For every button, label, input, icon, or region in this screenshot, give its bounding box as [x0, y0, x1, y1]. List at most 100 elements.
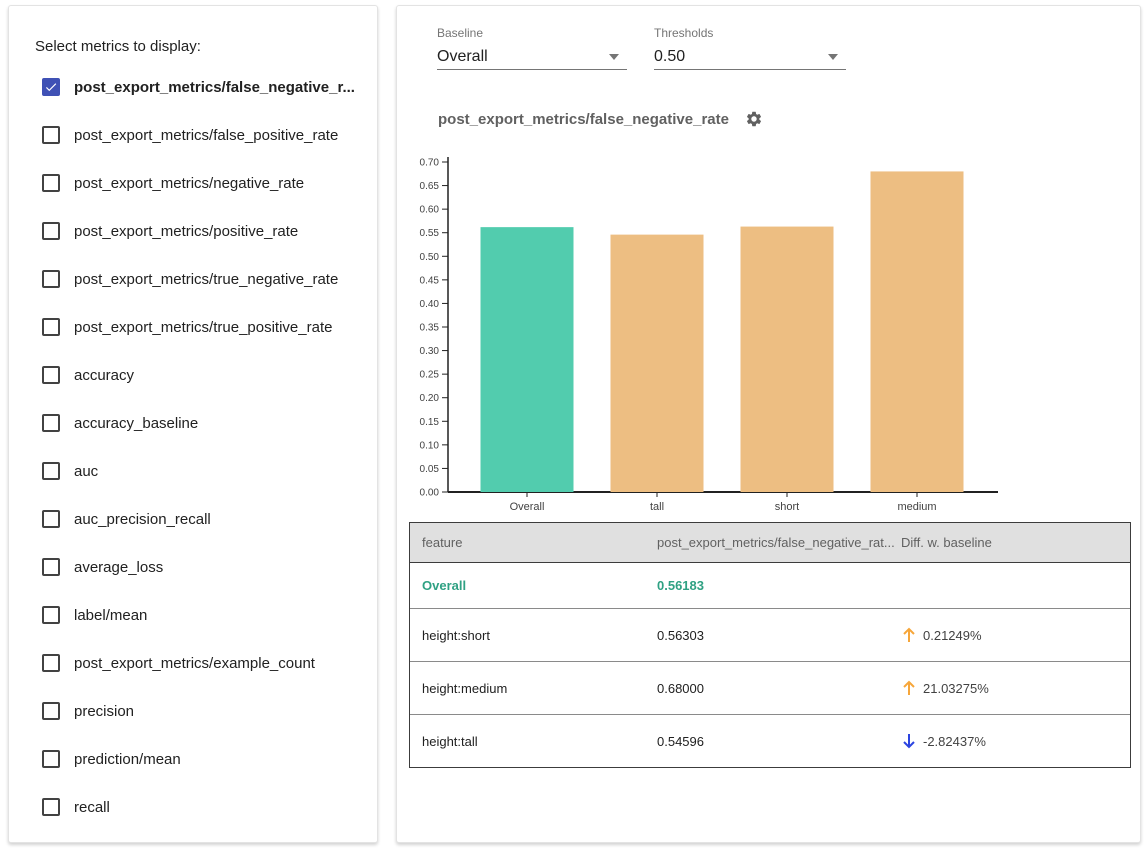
x-tick-label: short — [775, 501, 799, 513]
metrics-sidebar: Select metrics to display: post_export_m… — [8, 5, 378, 843]
metric-label: prediction/mean — [74, 751, 181, 768]
svg-text:0.70: 0.70 — [420, 158, 440, 169]
svg-text:0.25: 0.25 — [420, 370, 440, 381]
table-row[interactable]: height:tall0.54596-2.82437% — [410, 714, 1130, 767]
svg-text:0.15: 0.15 — [420, 417, 440, 428]
feature-cell: height:short — [410, 628, 657, 643]
metric-label: label/mean — [74, 607, 147, 624]
metric-value-cell: 0.54596 — [657, 734, 895, 749]
metric-label: post_export_metrics/negative_rate — [74, 175, 304, 192]
checkbox-unchecked[interactable] — [42, 414, 60, 432]
checkbox-unchecked[interactable] — [42, 702, 60, 720]
chart-header: post_export_metrics/false_negative_rate — [438, 110, 763, 128]
feature-cell: Overall — [410, 578, 657, 593]
baseline-select[interactable]: Baseline Overall — [437, 26, 627, 70]
checkbox-unchecked[interactable] — [42, 750, 60, 768]
metric-checkbox-item[interactable]: precision — [9, 687, 377, 735]
svg-text:0.35: 0.35 — [420, 323, 440, 334]
metric-checkbox-item[interactable]: prediction/mean — [9, 735, 377, 783]
metric-label: post_export_metrics/false_positive_rate — [74, 127, 338, 144]
svg-text:0.00: 0.00 — [420, 488, 440, 499]
table-header-row: featurepost_export_metrics/false_negativ… — [410, 523, 1130, 563]
metric-checkbox-item[interactable]: accuracy_baseline — [9, 399, 377, 447]
metric-checkbox-item[interactable]: post_export_metrics/example_count — [9, 639, 377, 687]
thresholds-value: 0.50 — [654, 48, 685, 66]
metric-checkbox-item[interactable]: recall — [9, 783, 377, 831]
chart-bar-tall[interactable] — [611, 235, 704, 492]
checkbox-unchecked[interactable] — [42, 270, 60, 288]
chart-bar-overall[interactable] — [481, 227, 574, 492]
metric-checkbox-item[interactable]: post_export_metrics/false_negative_r... — [9, 63, 377, 111]
fairness-indicators-page: Select metrics to display: post_export_m… — [0, 0, 1147, 856]
checkbox-unchecked[interactable] — [42, 558, 60, 576]
checkbox-unchecked[interactable] — [42, 174, 60, 192]
metric-checkbox-item[interactable]: post_export_metrics/true_positive_rate — [9, 303, 377, 351]
gear-icon[interactable] — [745, 110, 763, 128]
diff-percentage: 21.03275% — [923, 681, 989, 696]
metric-checkbox-item[interactable]: post_export_metrics/positive_rate — [9, 207, 377, 255]
checkbox-unchecked[interactable] — [42, 366, 60, 384]
arrow-down-icon — [901, 732, 917, 750]
chevron-down-icon — [828, 54, 838, 60]
checkbox-unchecked[interactable] — [42, 222, 60, 240]
table-row[interactable]: height:short0.56303 0.21249% — [410, 608, 1130, 661]
diff-percentage: -2.82437% — [923, 734, 986, 749]
svg-text:0.30: 0.30 — [420, 346, 440, 357]
metrics-table: featurepost_export_metrics/false_negativ… — [409, 522, 1131, 768]
metric-checkbox-item[interactable]: accuracy — [9, 351, 377, 399]
table-header-cell: feature — [410, 535, 657, 550]
baseline-label: Baseline — [437, 26, 627, 40]
table-row[interactable]: height:medium0.6800021.03275% — [410, 661, 1130, 714]
table-header-cell: Diff. w. baseline — [895, 535, 1130, 550]
metric-checkbox-item[interactable]: label/mean — [9, 591, 377, 639]
arrow-down-icon — [901, 732, 917, 750]
diff-cell: 21.03275% — [895, 679, 1130, 697]
baseline-value-row[interactable]: Overall — [437, 44, 627, 70]
chart-bar-short[interactable] — [741, 227, 834, 492]
checkbox-unchecked[interactable] — [42, 654, 60, 672]
metric-label: post_export_metrics/false_negative_r... — [74, 79, 355, 96]
svg-text:0.45: 0.45 — [420, 275, 440, 286]
thresholds-value-row[interactable]: 0.50 — [654, 44, 846, 70]
sidebar-title: Select metrics to display: — [35, 38, 201, 55]
checkbox-unchecked[interactable] — [42, 126, 60, 144]
x-tick-label: Overall — [510, 501, 545, 513]
checkbox-unchecked[interactable] — [42, 510, 60, 528]
main-panel: Baseline Overall Thresholds 0.50 post_ex… — [396, 5, 1141, 843]
checkbox-checked[interactable] — [42, 78, 60, 96]
metric-label: accuracy_baseline — [74, 415, 198, 432]
chevron-down-icon — [609, 54, 619, 60]
arrow-up-icon — [901, 679, 917, 697]
metric-label: post_export_metrics/example_count — [74, 655, 315, 672]
feature-cell: height:medium — [410, 681, 657, 696]
metric-label: auc — [74, 463, 98, 480]
metric-checkbox-item[interactable]: post_export_metrics/false_positive_rate — [9, 111, 377, 159]
table-row[interactable]: Overall0.56183 — [410, 563, 1130, 608]
metric-value-cell: 0.56303 — [657, 628, 895, 643]
metric-checkbox-item[interactable]: auc_precision_recall — [9, 495, 377, 543]
checkbox-unchecked[interactable] — [42, 606, 60, 624]
diff-cell: 0.21249% — [895, 626, 1130, 644]
checkbox-unchecked[interactable] — [42, 318, 60, 336]
metric-checkbox-item[interactable]: auc — [9, 447, 377, 495]
check-icon — [44, 80, 58, 94]
checkbox-unchecked[interactable] — [42, 462, 60, 480]
metric-list: post_export_metrics/false_negative_r...p… — [9, 63, 377, 831]
chart-bar-medium[interactable] — [871, 171, 964, 492]
metric-checkbox-item[interactable]: post_export_metrics/true_negative_rate — [9, 255, 377, 303]
svg-text:0.40: 0.40 — [420, 299, 440, 310]
diff-percentage: 0.21249% — [923, 628, 982, 643]
metric-checkbox-item[interactable]: average_loss — [9, 543, 377, 591]
svg-text:0.10: 0.10 — [420, 440, 440, 451]
metric-label: accuracy — [74, 367, 134, 384]
chart-title: post_export_metrics/false_negative_rate — [438, 111, 729, 128]
metric-label: recall — [74, 799, 110, 816]
checkbox-unchecked[interactable] — [42, 798, 60, 816]
arrow-up-icon — [901, 679, 917, 697]
metric-checkbox-item[interactable]: post_export_metrics/negative_rate — [9, 159, 377, 207]
svg-text:0.20: 0.20 — [420, 393, 440, 404]
metric-label: post_export_metrics/positive_rate — [74, 223, 298, 240]
thresholds-select[interactable]: Thresholds 0.50 — [654, 26, 846, 70]
svg-text:0.60: 0.60 — [420, 205, 440, 216]
arrow-up-icon — [901, 626, 917, 644]
